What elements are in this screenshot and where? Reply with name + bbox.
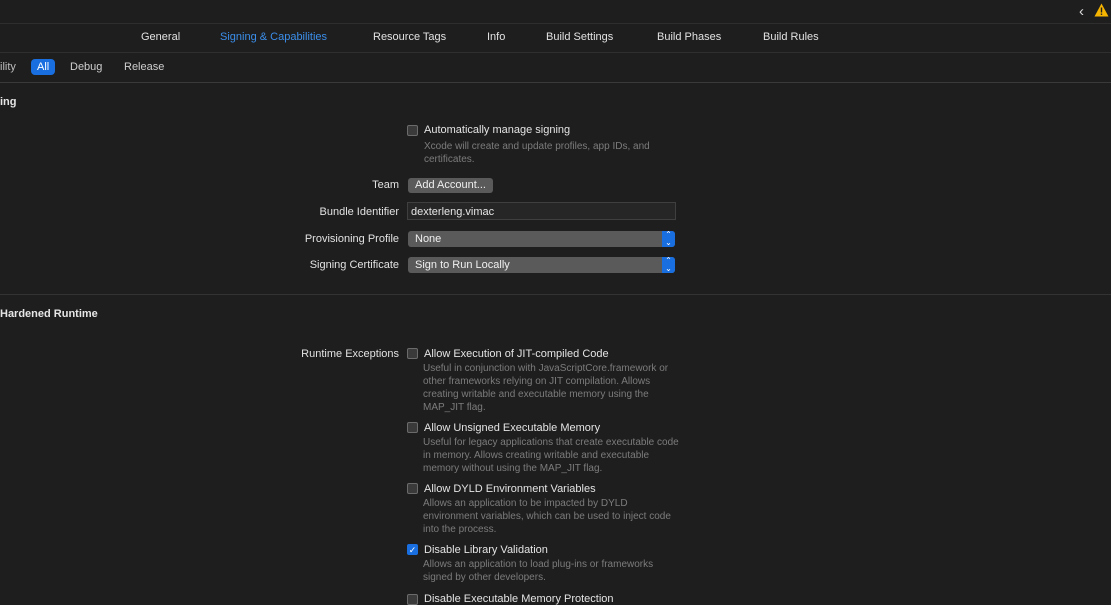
filter-all[interactable]: All xyxy=(31,59,56,75)
chevron-left-icon[interactable]: ‹ xyxy=(1079,3,1084,20)
tab-general[interactable]: General xyxy=(141,24,180,52)
signing-certificate-label: Signing Certificate xyxy=(309,259,399,271)
dyld-env-option-title: Allow DYLD Environment Variables xyxy=(424,483,596,495)
checkmark-icon: ✓ xyxy=(408,545,417,555)
runtime-exceptions-label: Runtime Exceptions xyxy=(301,348,399,360)
section-divider xyxy=(0,294,1111,295)
exec-memory-protection-checkbox[interactable] xyxy=(407,594,418,605)
warning-icon[interactable] xyxy=(1094,3,1109,17)
tab-build-phases[interactable]: Build Phases xyxy=(657,24,721,52)
up-down-chevron-icon: ⌃ ⌄ xyxy=(662,231,675,247)
provisioning-profile-label: Provisioning Profile xyxy=(304,233,399,245)
hardened-runtime-section-title: Hardened Runtime xyxy=(0,308,98,320)
signing-certificate-value: Sign to Run Locally xyxy=(415,259,510,271)
filter-debug[interactable]: Debug xyxy=(70,59,102,75)
library-validation-option-title: Disable Library Validation xyxy=(424,544,548,556)
tab-build-rules[interactable]: Build Rules xyxy=(763,24,819,52)
dyld-env-checkbox[interactable] xyxy=(407,483,418,494)
jit-option-desc: Useful in conjunction with JavaScriptCor… xyxy=(423,363,669,413)
tab-signing-capabilities[interactable]: Signing & Capabilities xyxy=(220,24,327,52)
provisioning-profile-popup[interactable]: None ⌃ ⌄ xyxy=(408,231,675,247)
auto-manage-signing-checkbox[interactable] xyxy=(407,125,418,136)
library-validation-option-desc: Allows an application to load plug-ins o… xyxy=(423,559,654,583)
team-label: Team xyxy=(372,179,399,191)
editor-tabs: General Signing & Capabilities Resource … xyxy=(0,24,1111,53)
exec-memory-protection-option-title: Disable Executable Memory Protection xyxy=(424,593,614,605)
unsigned-memory-option-title: Allow Unsigned Executable Memory xyxy=(424,422,601,434)
unsigned-memory-option-desc: Useful for legacy applications that crea… xyxy=(423,437,679,474)
configuration-filter-bar: ility All Debug Release xyxy=(0,53,1111,83)
tab-build-settings[interactable]: Build Settings xyxy=(546,24,613,52)
top-toolbar: ‹ xyxy=(0,0,1111,24)
capability-filter-partial[interactable]: ility xyxy=(0,59,16,75)
bundle-identifier-label: Bundle Identifier xyxy=(319,206,400,218)
unsigned-memory-checkbox[interactable] xyxy=(407,422,418,433)
library-validation-checkbox[interactable]: ✓ xyxy=(407,544,418,555)
bundle-identifier-field[interactable]: dexterleng.vimac xyxy=(407,202,676,220)
jit-checkbox[interactable] xyxy=(407,348,418,359)
signing-certificate-popup[interactable]: Sign to Run Locally ⌃ ⌄ xyxy=(408,257,675,273)
filter-release[interactable]: Release xyxy=(124,59,164,75)
signing-section-title: ing xyxy=(0,96,17,108)
up-down-chevron-icon: ⌃ ⌄ xyxy=(662,257,675,273)
tab-info[interactable]: Info xyxy=(487,24,505,52)
provisioning-profile-value: None xyxy=(415,233,442,245)
tab-resource-tags[interactable]: Resource Tags xyxy=(373,24,446,52)
jit-option-title: Allow Execution of JIT-compiled Code xyxy=(424,348,609,360)
auto-manage-signing-desc: Xcode will create and update profiles, a… xyxy=(424,141,650,165)
auto-manage-signing-label: Automatically manage signing xyxy=(424,124,571,136)
add-account-button[interactable]: Add Account... xyxy=(408,178,493,193)
dyld-env-option-desc: Allows an application to be impacted by … xyxy=(423,498,671,535)
